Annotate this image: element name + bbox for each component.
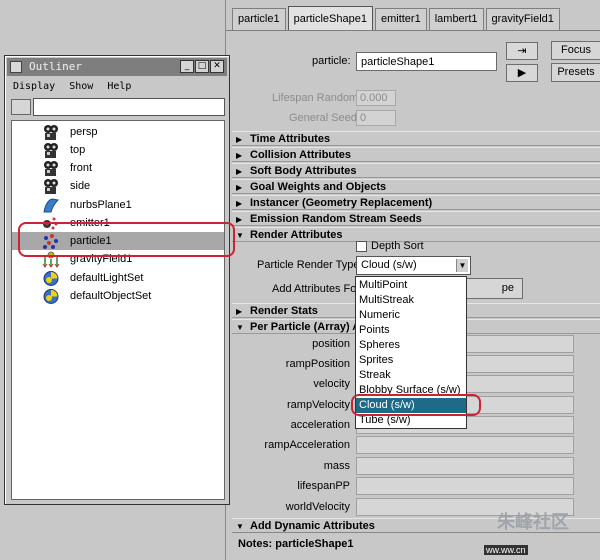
option-streak[interactable]: Streak <box>356 368 466 383</box>
cloud-highlight-ring <box>351 394 481 416</box>
attribute-tabs: particle1 particleShape1 emitter1 lamber… <box>232 6 562 30</box>
watermark-logo: 朱峰社区 <box>497 512 569 532</box>
section-goal-weights[interactable]: ▶ Goal Weights and Objects <box>232 179 600 194</box>
outliner-item-persp[interactable]: persp <box>12 123 224 141</box>
attr-ramp-velocity-label: rampVelocity <box>287 399 350 411</box>
nurbs-plane-icon <box>43 198 60 213</box>
collapsed-arrow-icon: ▶ <box>236 167 243 176</box>
outliner-list: persp top front side nurbsPlane1 emitter… <box>11 120 225 500</box>
collapsed-arrow-icon: ▶ <box>236 151 243 160</box>
collapsed-arrow-icon: ▶ <box>236 135 243 144</box>
outliner-filter-input[interactable] <box>33 98 225 116</box>
outliner-item-top[interactable]: top <box>12 141 224 159</box>
general-seed-label: General Seed <box>289 112 357 124</box>
add-attributes-label: Add Attributes For <box>272 283 361 295</box>
minimize-icon[interactable]: _ <box>180 60 194 73</box>
set-icon <box>43 271 59 286</box>
focus-button[interactable]: Focus <box>551 41 600 60</box>
section-time-attributes[interactable]: ▶ Time Attributes <box>232 131 600 146</box>
outliner-title: Outliner <box>29 60 82 73</box>
tab-gravityfield1[interactable]: gravityField1 <box>485 8 560 30</box>
particle-render-type-select[interactable]: Cloud (s/w) ▼ <box>356 256 471 275</box>
collapsed-arrow-icon: ▶ <box>236 183 243 192</box>
menu-show[interactable]: Show <box>69 81 93 92</box>
option-multipoint[interactable]: MultiPoint <box>356 278 466 293</box>
maya-app-icon <box>10 61 22 73</box>
attr-mass-field[interactable] <box>356 457 574 475</box>
option-numeric[interactable]: Numeric <box>356 308 466 323</box>
copy-tab-button[interactable]: ▶ <box>506 64 538 82</box>
filter-toggle-button[interactable] <box>11 99 31 115</box>
section-soft-body-attributes[interactable]: ▶ Soft Body Attributes <box>232 163 600 178</box>
tab-lambert1[interactable]: lambert1 <box>428 8 484 30</box>
camera-icon <box>44 179 58 194</box>
option-multistreak[interactable]: MultiStreak <box>356 293 466 308</box>
select-node-button[interactable]: ⇥ <box>506 42 538 60</box>
attr-ramp-position-label: rampPosition <box>285 358 350 370</box>
camera-icon <box>44 161 58 176</box>
attr-velocity-label: velocity <box>313 378 350 390</box>
lifespan-random-label: Lifespan Random <box>272 92 359 104</box>
tab-particle1[interactable]: particle1 <box>232 8 286 30</box>
attr-acceleration-label: acceleration <box>290 419 350 431</box>
outliner-item-nurbsplane1[interactable]: nurbsPlane1 <box>12 196 224 214</box>
camera-icon <box>44 125 58 140</box>
notes-label: Notes: particleShape1 <box>238 538 354 550</box>
depth-sort-checkbox[interactable] <box>356 241 367 252</box>
menu-display[interactable]: Display <box>13 81 55 92</box>
tab-divider <box>226 30 600 31</box>
collapsed-arrow-icon: ▶ <box>236 307 243 316</box>
particle-render-type-label: Particle Render Type <box>257 259 360 271</box>
attr-ramp-acceleration-label: rampAcceleration <box>264 439 350 451</box>
attr-world-velocity-label: worldVelocity <box>285 501 350 513</box>
option-points[interactable]: Points <box>356 323 466 338</box>
outliner-item-defaultobjectset[interactable]: defaultObjectSet <box>12 287 224 305</box>
tab-particleshape1[interactable]: particleShape1 <box>287 6 373 30</box>
depth-sort-label: Depth Sort <box>371 240 424 252</box>
attr-lifespanpp-field[interactable] <box>356 477 574 495</box>
section-instancer[interactable]: ▶ Instancer (Geometry Replacement) <box>232 195 600 210</box>
section-emission-random-seeds[interactable]: ▶ Emission Random Stream Seeds <box>232 211 600 226</box>
expanded-arrow-icon: ▼ <box>236 231 244 240</box>
outliner-item-defaultlightset[interactable]: defaultLightSet <box>12 269 224 287</box>
outliner-item-side[interactable]: side <box>12 177 224 195</box>
attr-mass-label: mass <box>323 460 350 472</box>
general-seed-field[interactable]: 0 <box>356 110 396 126</box>
option-spheres[interactable]: Spheres <box>356 338 466 353</box>
menu-help[interactable]: Help <box>107 81 131 92</box>
expanded-arrow-icon: ▼ <box>236 323 244 332</box>
arrow-in-icon: ⇥ <box>517 45 527 57</box>
play-box-icon: ▶ <box>517 67 527 79</box>
collapsed-arrow-icon: ▶ <box>236 199 243 208</box>
lifespan-random-field[interactable]: 0.000 <box>356 90 396 106</box>
option-sprites[interactable]: Sprites <box>356 353 466 368</box>
maximize-icon[interactable]: □ <box>195 60 209 73</box>
node-name-input[interactable] <box>356 52 497 71</box>
watermark-url: ww.ww.cn <box>484 545 528 555</box>
node-name-label: particle: <box>312 55 351 67</box>
chevron-down-icon: ▼ <box>456 259 468 272</box>
tab-emitter1[interactable]: emitter1 <box>374 8 427 30</box>
attr-lifespanpp-label: lifespanPP <box>297 480 350 492</box>
set-icon <box>43 289 59 304</box>
outliner-window: Outliner _ □ ✕ Display Show Help persp t… <box>4 55 230 505</box>
close-icon[interactable]: ✕ <box>210 60 224 73</box>
particle1-highlight-ring <box>18 222 235 257</box>
collapsed-arrow-icon: ▶ <box>236 215 243 224</box>
camera-icon <box>44 143 58 158</box>
attr-position-label: position <box>312 338 350 350</box>
section-collision-attributes[interactable]: ▶ Collision Attributes <box>232 147 600 162</box>
outliner-item-front[interactable]: front <box>12 159 224 177</box>
attr-ramp-acceleration-field[interactable] <box>356 436 574 454</box>
presets-button[interactable]: Presets <box>551 63 600 82</box>
outliner-menubar: Display Show Help <box>13 81 139 92</box>
outliner-titlebar[interactable]: Outliner _ □ ✕ <box>7 58 227 76</box>
